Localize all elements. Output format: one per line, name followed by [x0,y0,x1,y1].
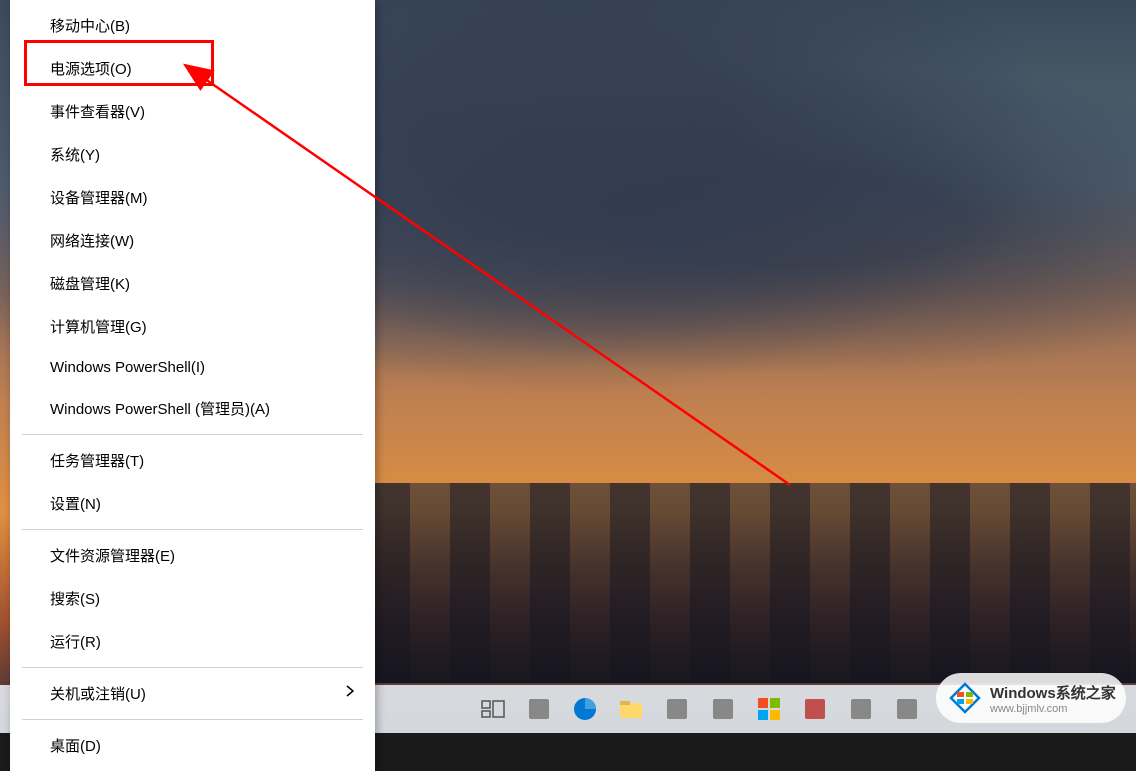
menu-item-label: 文件资源管理器(E) [50,545,175,566]
menu-item-label: Windows PowerShell(I) [50,359,205,376]
menu-disk-management[interactable]: 磁盘管理(K) [10,262,375,305]
menu-item-label: Windows PowerShell (管理员)(A) [50,398,270,419]
menu-desktop[interactable]: 桌面(D) [10,724,375,767]
menu-event-viewer[interactable]: 事件查看器(V) [10,90,375,133]
menu-separator [22,719,363,720]
menu-run[interactable]: 运行(R) [10,620,375,663]
menu-item-label: 关机或注销(U) [50,683,146,704]
menu-device-manager[interactable]: 设备管理器(M) [10,176,375,219]
taskbar-app-icon[interactable] [792,686,838,732]
taskbar-app-icon[interactable] [884,686,930,732]
menu-item-label: 运行(R) [50,631,101,652]
menu-computer-management[interactable]: 计算机管理(G) [10,305,375,348]
menu-task-manager[interactable]: 任务管理器(T) [10,439,375,482]
taskbar-app-icon[interactable] [654,686,700,732]
menu-item-label: 计算机管理(G) [50,316,147,337]
menu-item-label: 设备管理器(M) [50,187,148,208]
menu-powershell-admin[interactable]: Windows PowerShell (管理员)(A) [10,387,375,430]
menu-item-label: 任务管理器(T) [50,450,144,471]
taskbar-fileexplorer-icon[interactable] [608,686,654,732]
menu-item-label: 网络连接(W) [50,230,134,251]
menu-item-label: 系统(Y) [50,144,100,165]
menu-item-label: 磁盘管理(K) [50,273,130,294]
taskbar-app-icon[interactable] [838,686,884,732]
taskbar-edge-icon[interactable] [562,686,608,732]
menu-separator [22,434,363,435]
winx-context-menu: 移动中心(B) 电源选项(O) 事件查看器(V) 系统(Y) 设备管理器(M) … [10,0,375,771]
windows-logo-icon [946,679,984,717]
taskbar-taskview-icon[interactable] [470,686,516,732]
menu-mobility-center[interactable]: 移动中心(B) [10,4,375,47]
menu-item-label: 设置(N) [50,493,101,514]
menu-item-label: 移动中心(B) [50,15,130,36]
menu-item-label: 电源选项(O) [50,58,132,79]
menu-network-connections[interactable]: 网络连接(W) [10,219,375,262]
watermark-badge: Windows系统之家 www.bjjmlv.com [936,673,1126,723]
menu-power-options[interactable]: 电源选项(O) [10,47,375,90]
watermark-title: Windows系统之家 [990,682,1116,703]
menu-file-explorer[interactable]: 文件资源管理器(E) [10,534,375,577]
menu-item-label: 桌面(D) [50,735,101,756]
menu-system[interactable]: 系统(Y) [10,133,375,176]
menu-item-label: 事件查看器(V) [50,101,145,122]
menu-separator [22,667,363,668]
menu-search[interactable]: 搜索(S) [10,577,375,620]
menu-shutdown-signout[interactable]: 关机或注销(U) [10,672,375,715]
menu-settings[interactable]: 设置(N) [10,482,375,525]
taskbar-app-icon[interactable] [700,686,746,732]
chevron-right-icon [345,684,355,703]
menu-separator [22,529,363,530]
taskbar-app-icon[interactable] [746,686,792,732]
menu-powershell[interactable]: Windows PowerShell(I) [10,348,375,387]
taskbar-app-icon[interactable] [516,686,562,732]
watermark-url: www.bjjmlv.com [990,703,1116,715]
menu-item-label: 搜索(S) [50,588,100,609]
